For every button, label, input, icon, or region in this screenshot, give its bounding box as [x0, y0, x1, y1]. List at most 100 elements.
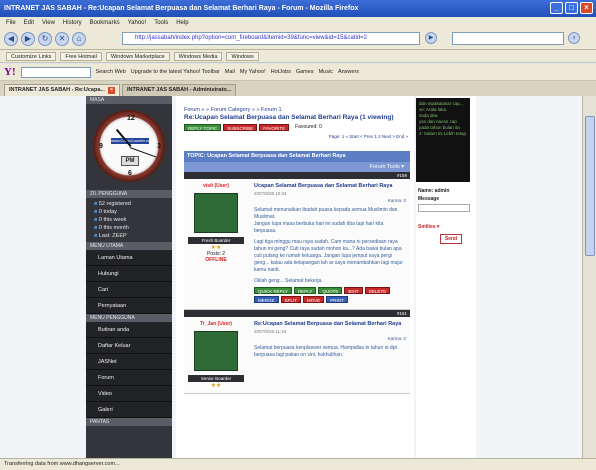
yahoo-toolbar: Y! Search Web Upgrade to the latest Yaho…	[0, 64, 596, 81]
url-input[interactable]: http://jassabah/index.php?option=com_fir…	[122, 32, 420, 45]
yahoo-mail[interactable]: Mail	[225, 69, 235, 75]
close-button[interactable]: ×	[580, 2, 593, 14]
minimize-button[interactable]: _	[550, 2, 563, 14]
menu-bar: File Edit View History Bookmarks Yahoo! …	[0, 17, 596, 28]
message-input[interactable]	[418, 204, 470, 212]
pagination[interactable]: Page: 1 « Start < Prev 1 2 Next > End »	[176, 134, 414, 139]
tab-forum[interactable]: INTRANET JAS SABAH - Re:Ucapa... ×	[4, 84, 120, 96]
forum-post: Tr_Jan (User) Senior Boarder ★★ Re:Ucapa…	[184, 317, 410, 394]
menu-view[interactable]: View	[42, 20, 55, 26]
yahoo-music[interactable]: Music	[319, 69, 333, 75]
pengguna-heading: ZIL PENGGUNA	[86, 190, 172, 198]
post-author: visit (User) Fresh Boarder ★★ Posts: 2 O…	[184, 179, 248, 309]
post-number: #159	[184, 172, 410, 179]
menu-edit[interactable]: Edit	[24, 20, 34, 26]
yahoo-logo[interactable]: Y!	[4, 66, 16, 78]
go-button[interactable]: ▶	[425, 32, 437, 44]
bookmark-windows-marketplace[interactable]: Windows Marketplace	[105, 51, 170, 61]
menu-file[interactable]: File	[6, 20, 16, 26]
menu-pengguna: Butiran anda Daftar Keluar JASNet Forum …	[86, 322, 172, 418]
menu-item-daftar-keluar[interactable]: Daftar Keluar	[86, 338, 172, 354]
reload-button[interactable]: ↻	[38, 31, 52, 46]
yahoo-games[interactable]: Games	[296, 69, 314, 75]
menu-help[interactable]: Help	[176, 20, 188, 26]
bookmark-windows[interactable]: Windows	[226, 51, 259, 61]
navigation-toolbar: ◀ ▶ ↻ ✕ ⌂ http://jassabah/index.php?opti…	[0, 28, 596, 50]
send-button[interactable]: Send	[440, 234, 462, 244]
menu-item-galeri[interactable]: Galeri	[86, 402, 172, 418]
quick-reply-button[interactable]: QUICK REPLY	[254, 287, 292, 294]
window-title: INTRANET JAS SABAH - Re:Ucapan Selamat B…	[4, 5, 359, 12]
menu-bookmarks[interactable]: Bookmarks	[90, 20, 120, 26]
favorite-button[interactable]: FAVORITE	[259, 124, 290, 131]
breadcrumb[interactable]: Forum » » Forum Category » » Forum 1	[176, 96, 414, 114]
shoutbox-messages: dan mpakatasar cap... ve: Arala laka sad…	[416, 98, 470, 182]
author-name[interactable]: Tr_Jan (User)	[188, 321, 244, 327]
yahoo-search-web[interactable]: Search Web	[96, 69, 126, 75]
search-icon[interactable]: ⌕	[568, 32, 580, 44]
forum-post: visit (User) Fresh Boarder ★★ Posts: 2 O…	[184, 179, 410, 310]
quote-button[interactable]: QUOTE	[318, 287, 343, 294]
home-button[interactable]: ⌂	[72, 31, 86, 46]
tab-close-icon[interactable]: ×	[107, 87, 115, 94]
post-text: Lagi tiga minggu mau raya sudah. Cam man…	[254, 239, 403, 273]
stat-month: 0 this month	[94, 224, 164, 232]
page-title: Re:Ucapan Selamat Berpuasa dan Selamat B…	[184, 114, 394, 121]
merge-button[interactable]: MERGE	[254, 296, 279, 303]
tab-label: INTRANET JAS SABAH - Re:Ucapa...	[9, 87, 105, 93]
yahoo-answers[interactable]: Answers	[338, 69, 359, 75]
menu-item-jasnet[interactable]: JASNet	[86, 354, 172, 370]
post-number: #161	[184, 310, 410, 317]
menu-item-video[interactable]: Video	[86, 386, 172, 402]
stat-today: 0 today	[94, 208, 164, 216]
smilies-dropdown[interactable]: Smilies ▾	[416, 222, 476, 230]
stop-button[interactable]: ✕	[55, 31, 69, 46]
yahoo-upgrade[interactable]: Upgrade to the latest Yahoo! Toolbar	[131, 69, 220, 75]
yahoo-hotjobs[interactable]: HotJobs	[271, 69, 291, 75]
forum-tools-dropdown[interactable]: Forum Tools ▾	[184, 162, 410, 172]
reply-topic-button[interactable]: REPLY TOPIC	[184, 124, 222, 131]
menu-item-forum[interactable]: Forum	[86, 370, 172, 386]
scrollbar-thumb[interactable]	[585, 116, 595, 256]
bookmark-customize-links[interactable]: Customize Links	[6, 51, 57, 61]
search-input[interactable]	[452, 32, 564, 45]
shout-line: 2: Salam ini Lebih tetap	[419, 131, 467, 136]
author-name[interactable]: visit (User)	[188, 183, 244, 189]
vertical-scrollbar[interactable]	[582, 96, 596, 458]
yahoo-search-input[interactable]	[20, 66, 91, 78]
avatar	[194, 331, 238, 371]
bookmark-free-hotmail[interactable]: Free Hotmail	[60, 51, 102, 61]
stat-last: Last: ZEEP	[94, 232, 164, 240]
print-button[interactable]: PRINT	[326, 296, 348, 303]
author-rank: Senior Boarder	[188, 375, 244, 382]
post-title[interactable]: Ucapan Selamat Berpuasa dan Selamat Berh…	[254, 183, 406, 190]
post-author: Tr_Jan (User) Senior Boarder ★★	[184, 317, 248, 393]
post-title[interactable]: Re:Ucapan Selamat Berpuasa dan Selamat B…	[254, 321, 406, 328]
yahoo-my-yahoo[interactable]: My Yahoo!	[240, 69, 266, 75]
menu-tools[interactable]: Tools	[154, 20, 168, 26]
masa-heading: MASA	[86, 96, 172, 104]
back-button[interactable]: ◀	[4, 31, 18, 46]
menu-item-cari[interactable]: Cari	[86, 282, 172, 298]
forward-button[interactable]: ▶	[21, 31, 35, 46]
menu-item-pernyataan[interactable]: Pernyataan	[86, 298, 172, 314]
avatar	[194, 193, 238, 233]
pantas-heading: PANTAS	[86, 418, 172, 426]
menu-item-laman-utama[interactable]: Laman Utama	[86, 250, 172, 266]
reply-button[interactable]: REPLY	[293, 287, 317, 294]
maximize-button[interactable]: □	[565, 2, 578, 14]
menu-history[interactable]: History	[63, 20, 82, 26]
message-label: Message	[418, 196, 440, 202]
menu-item-butiran[interactable]: Butiran anda	[86, 322, 172, 338]
edit-button[interactable]: EDIT	[344, 287, 363, 294]
bookmark-windows-media[interactable]: Windows Media	[173, 51, 223, 61]
delete-button[interactable]: DELETE	[364, 287, 391, 294]
tab-administrator[interactable]: INTRANET JAS SABAH - Administrato...	[121, 84, 237, 96]
split-button[interactable]: SPLIT	[280, 296, 302, 303]
post-karma: Karma: 0	[387, 198, 406, 203]
move-button[interactable]: MOVE	[303, 296, 325, 303]
subscribe-button[interactable]: SUBSCRIBE	[223, 124, 258, 131]
menu-yahoo[interactable]: Yahoo!	[128, 20, 147, 26]
post-date: 2007/9/28 11:44	[254, 329, 287, 334]
menu-item-hubungi[interactable]: Hubungi	[86, 266, 172, 282]
